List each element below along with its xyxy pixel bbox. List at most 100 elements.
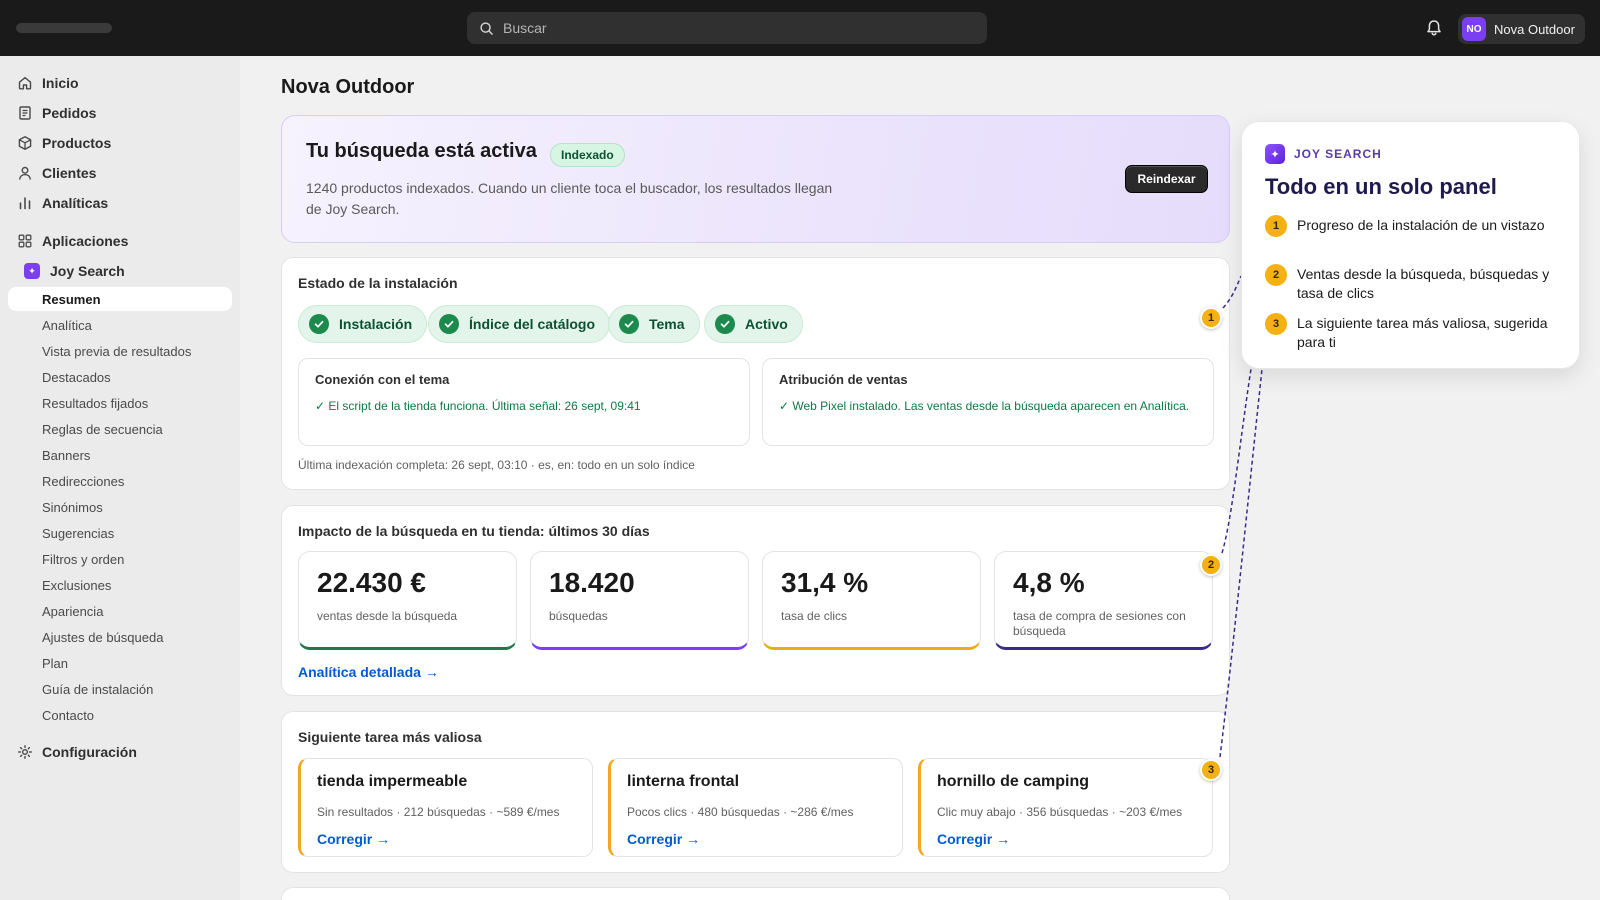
task-meta: Clic muy abajo · 356 búsquedas · ~203 €/… <box>937 805 1183 819</box>
fix-link[interactable]: Corregir → <box>937 831 1010 847</box>
install-step: Tema <box>608 305 700 343</box>
check-circle-icon <box>619 314 639 334</box>
chart-icon <box>19 197 31 210</box>
metric-label: ventas desde la búsqueda <box>317 609 458 623</box>
theme-connection-box: Conexión con el tema ✓ El script de la t… <box>298 358 750 446</box>
sidebar-item-productos[interactable]: Productos <box>8 130 232 156</box>
install-step-label: Índice del catálogo <box>469 316 596 332</box>
gear-icon <box>18 745 32 759</box>
card-title: Impacto de la búsqueda en tu tienda: últ… <box>298 523 650 539</box>
sidebar-subitem-label: Plan <box>42 655 69 671</box>
search-input[interactable]: Buscar <box>467 12 987 44</box>
store-logo[interactable] <box>16 23 112 33</box>
sidebar-item-label: Clientes <box>42 165 97 181</box>
install-step: Activo <box>704 305 803 343</box>
metric-card: 22.430 € ventas desde la búsqueda <box>298 551 517 650</box>
metric-card: 18.420 búsquedas <box>530 551 749 650</box>
banner-title: Tu búsqueda está activa <box>306 140 537 162</box>
joy-search-app-icon: ✦ <box>24 263 40 279</box>
sidebar-subitem[interactable]: Apariencia <box>8 599 232 623</box>
sidebar-subitem[interactable]: Banners <box>8 443 232 467</box>
next-task-card: Siguiente tarea más valiosa tienda imper… <box>281 711 1230 873</box>
sidebar-subitem-label: Exclusiones <box>42 577 112 593</box>
search-impact-card: Impacto de la búsqueda en tu tienda: últ… <box>281 505 1230 696</box>
metric-label: tasa de clics <box>781 609 848 623</box>
task-query: tienda impermeable <box>317 773 468 790</box>
sidebar-item-label: Joy Search <box>50 263 125 279</box>
apps-grid-icon <box>18 234 32 248</box>
account-name: Nova Outdoor <box>1494 21 1575 37</box>
sidebar-subitem[interactable]: Resultados fijados <box>8 391 232 415</box>
top-bar: Buscar NO Nova Outdoor <box>0 0 1600 56</box>
sidebar-item-analiticas[interactable]: Analíticas <box>8 190 232 216</box>
sidebar-subitem-label: Resultados fijados <box>42 395 149 411</box>
metric-value: 18.420 <box>549 567 635 598</box>
sidebar-subitem[interactable]: Filtros y orden <box>8 547 232 571</box>
sidebar-subitem[interactable]: Sinónimos <box>8 495 232 519</box>
sidebar-subitem[interactable]: Resumen <box>8 287 232 311</box>
search-icon <box>480 21 493 35</box>
banner-description: 1240 productos indexados. Cuando un clie… <box>306 180 833 217</box>
install-step-label: Activo <box>745 316 788 332</box>
sidebar-item-aplicaciones[interactable]: Aplicaciones <box>8 228 232 254</box>
sidebar-subitem[interactable]: Analítica <box>8 313 232 337</box>
sidebar-item-joy-search[interactable]: ✦ Joy Search <box>8 258 232 284</box>
task-meta: Pocos clics · 480 búsquedas · ~286 €/mes <box>627 805 854 819</box>
card-title: Siguiente tarea más valiosa <box>298 729 482 745</box>
sidebar-subitem[interactable]: Sugerencias <box>8 521 232 545</box>
notifications-bell-icon[interactable] <box>1424 18 1444 38</box>
sidebar-subitem-label: Reglas de secuencia <box>42 421 163 437</box>
sidebar-subitem[interactable]: Guía de instalación <box>8 677 232 701</box>
sidebar-item-inicio[interactable]: Inicio <box>8 70 232 96</box>
sidebar-item-pedidos[interactable]: Pedidos <box>8 100 232 126</box>
sidebar-subitem-label: Sugerencias <box>42 525 115 541</box>
sidebar-subitem-label: Resumen <box>42 291 101 307</box>
callout-number: 2 <box>1265 264 1287 286</box>
task-card: tienda impermeable Sin resultados · 212 … <box>298 758 593 857</box>
sidebar-subitem[interactable]: Contacto <box>8 703 232 727</box>
sidebar-subitem-label: Banners <box>42 447 91 463</box>
sidebar-subitem[interactable]: Vista previa de resultados <box>8 339 232 363</box>
callout-title: Todo en un solo panel <box>1265 174 1497 199</box>
metric-label: búsquedas <box>549 609 608 623</box>
task-card: linterna frontal Pocos clics · 480 búsqu… <box>608 758 903 857</box>
reindex-button[interactable]: Reindexar <box>1125 165 1208 193</box>
callout-text: Ventas desde la búsqueda, búsquedas y ta… <box>1297 266 1550 301</box>
check-circle-icon <box>439 314 459 334</box>
callout-number: 1 <box>1265 215 1287 237</box>
sidebar-subitem[interactable]: Redirecciones <box>8 469 232 493</box>
callout-text: Progreso de la instalación de un vistazo <box>1297 217 1545 233</box>
install-step-label: Instalación <box>339 316 413 332</box>
callout-marker: 3 <box>1200 759 1222 781</box>
sales-attribution-box: Atribución de ventas ✓ Web Pixel instala… <box>762 358 1214 446</box>
fix-link[interactable]: Corregir → <box>317 831 390 847</box>
callout-brand: JOY SEARCH <box>1294 147 1382 161</box>
person-icon <box>19 166 31 180</box>
detailed-analytics-link[interactable]: Analítica detallada → <box>298 664 439 680</box>
sidebar-subitem-label: Contacto <box>42 707 95 723</box>
sidebar-subitem[interactable]: Plan <box>8 651 232 675</box>
install-step-label: Tema <box>649 316 685 332</box>
box-title: Conexión con el tema <box>315 372 450 387</box>
callout-text: La siguiente tarea más valiosa, sugerida… <box>1297 315 1548 350</box>
sidebar-subitem[interactable]: Reglas de secuencia <box>8 417 232 441</box>
sidebar-subitem-label: Guía de instalación <box>42 681 154 697</box>
metric-card: 4,8 % tasa de compra de sesiones con bús… <box>994 551 1213 650</box>
sidebar-item-clientes[interactable]: Clientes <box>8 160 232 186</box>
account-menu[interactable]: NO Nova Outdoor <box>1458 14 1585 44</box>
sidebar-item-configuracion[interactable]: Configuración <box>8 739 232 765</box>
sidebar-item-label: Inicio <box>42 75 79 91</box>
sidebar-subitem-label: Destacados <box>42 369 111 385</box>
sparkle-icon: ✦ <box>1265 144 1285 164</box>
feature-callout-panel: ✦ JOY SEARCH Todo en un solo panel 1 Pro… <box>1241 121 1580 369</box>
metric-value: 31,4 % <box>781 567 869 598</box>
sidebar-subitem[interactable]: Destacados <box>8 365 232 389</box>
sidebar: Inicio Pedidos Productos Clientes Analít… <box>0 56 240 900</box>
page-title: Nova Outdoor <box>281 76 415 98</box>
sidebar-subitem[interactable]: Ajustes de búsqueda <box>8 625 232 649</box>
sidebar-item-label: Analíticas <box>42 195 109 211</box>
install-step: Instalación <box>298 305 428 343</box>
sidebar-subitem-label: Ajustes de búsqueda <box>42 629 164 645</box>
sidebar-subitem[interactable]: Exclusiones <box>8 573 232 597</box>
fix-link[interactable]: Corregir → <box>627 831 700 847</box>
